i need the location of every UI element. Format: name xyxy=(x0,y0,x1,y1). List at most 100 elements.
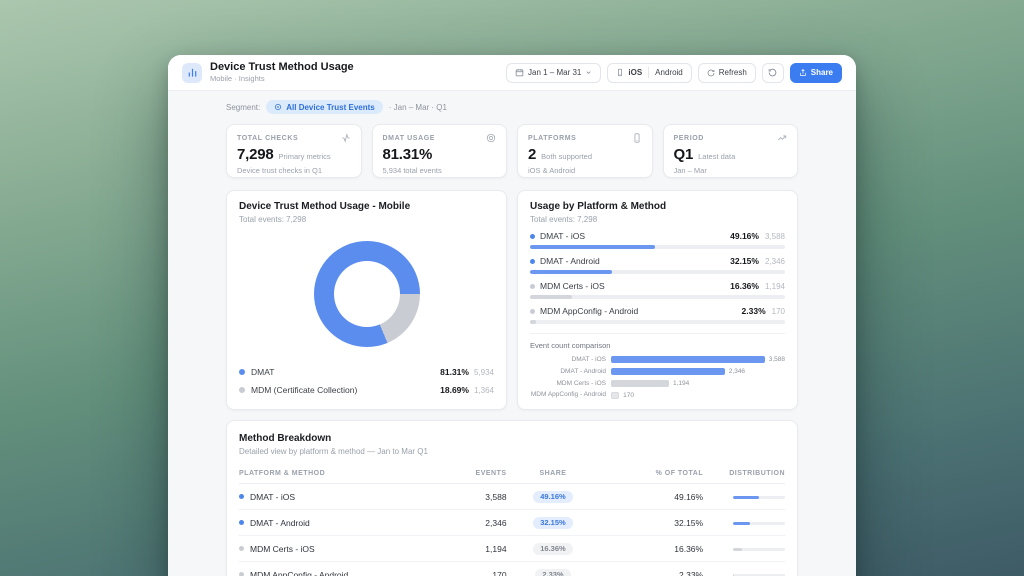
column-header-events: EVENTS xyxy=(436,464,507,484)
usage-bar-track xyxy=(530,295,785,299)
comparison-title: Event count comparison xyxy=(530,341,785,350)
donut-card-subtitle: Total events: 7,298 xyxy=(239,215,494,224)
row-pct-total: 2.33% xyxy=(599,562,703,576)
segment-filter-pill[interactable]: All Device Trust Events xyxy=(266,100,382,114)
share-button[interactable]: Share xyxy=(790,63,842,83)
row-dot-icon xyxy=(239,546,244,551)
comparison-category-label: DMAT - Android xyxy=(530,368,606,376)
stat-label: PERIOD xyxy=(674,135,704,142)
refresh-button[interactable]: Refresh xyxy=(698,63,756,83)
comparison-value-label: 3,588 xyxy=(769,356,785,363)
platform-segmented-control: iOS Android xyxy=(607,63,691,83)
comparison-bar xyxy=(611,392,619,399)
table-row: MDM AppConfig - Android 170 2.33% 2.33% xyxy=(239,562,785,576)
row-events: 1,194 xyxy=(436,536,507,562)
row-distribution-fill xyxy=(733,496,759,499)
usage-label: DMAT - iOS xyxy=(540,231,585,241)
toolbar: Jan 1 – Mar 31 iOS Android Refresh Share xyxy=(506,63,842,83)
history-button[interactable] xyxy=(762,63,784,83)
date-range-button[interactable]: Jan 1 – Mar 31 xyxy=(506,63,601,83)
usage-row: MDM AppConfig - Android 2.33% 170 xyxy=(530,306,785,324)
smartphone-icon xyxy=(616,68,624,77)
comparison-bar-row: MDM AppConfig - Android 170 xyxy=(530,391,785,399)
row-platform-method: MDM AppConfig - Android xyxy=(250,570,348,576)
stat-label: DMAT USAGE xyxy=(383,135,436,142)
usage-share: 32.15% xyxy=(730,256,759,266)
legend-count: 5,934 xyxy=(474,368,494,377)
row-platform-method: MDM Certs - iOS xyxy=(250,544,315,554)
divider xyxy=(648,67,649,78)
donut-legend: DMAT 81.31% 5,934 MDM (Certificate Colle… xyxy=(239,363,494,399)
breakdown-subtitle: Detailed view by platform & method — Jan… xyxy=(239,447,785,456)
segment-period-text: · Jan – Mar · Q1 xyxy=(389,103,447,112)
rotate-ccw-icon xyxy=(768,68,777,77)
legend-label: MDM (Certificate Collection) xyxy=(251,385,357,395)
usage-dot-icon xyxy=(530,234,535,239)
calendar-icon xyxy=(515,68,524,77)
legend-share: 18.69% xyxy=(440,385,469,395)
refresh-icon xyxy=(707,69,715,77)
comparison-bar xyxy=(611,380,669,387)
share-icon xyxy=(799,68,807,77)
legend-dot-icon xyxy=(239,369,245,375)
row-pct-total: 16.36% xyxy=(599,536,703,562)
legend-item: DMAT 81.31% 5,934 xyxy=(239,363,494,381)
trending-up-icon xyxy=(777,133,787,143)
usage-count: 2,346 xyxy=(765,257,785,266)
stat-card-platforms: PLATFORMS 2 Both supported iOS & Android xyxy=(517,124,653,178)
usage-bar-track xyxy=(530,320,785,324)
comparison-bar xyxy=(611,368,725,375)
stat-note: Both supported xyxy=(541,152,592,161)
comparison-category-label: MDM Certs - iOS xyxy=(530,380,606,388)
stat-sub: 5,934 total events xyxy=(383,166,497,175)
row-share-badge: 49.16% xyxy=(533,491,572,503)
target-icon xyxy=(274,103,282,111)
share-label: Share xyxy=(811,68,833,77)
row-events: 170 xyxy=(436,562,507,576)
row-dot-icon xyxy=(239,520,244,525)
row-distribution-track xyxy=(733,496,785,499)
usage-dot-icon xyxy=(530,309,535,314)
usage-bar-track xyxy=(530,245,785,249)
legend-label: DMAT xyxy=(251,367,274,377)
usage-count: 3,588 xyxy=(765,232,785,241)
usage-row: DMAT - iOS 49.16% 3,588 xyxy=(530,231,785,249)
row-pct-total: 32.15% xyxy=(599,510,703,536)
stat-value: 7,298 xyxy=(237,146,274,163)
segment-pill-label: All Device Trust Events xyxy=(286,103,374,112)
usage-share: 49.16% xyxy=(730,231,759,241)
row-dot-icon xyxy=(239,572,244,576)
usage-bar-fill xyxy=(530,270,612,274)
bar-chart-icon xyxy=(182,63,202,83)
usage-share: 2.33% xyxy=(742,306,766,316)
activity-icon xyxy=(341,133,351,143)
usage-dot-icon xyxy=(530,284,535,289)
comparison-bar xyxy=(611,356,765,363)
comparison-bar-row: MDM Certs - iOS 1,194 xyxy=(530,380,785,388)
smartphone-icon xyxy=(632,133,642,143)
row-distribution-fill xyxy=(733,522,750,525)
breadcrumb: Mobile · Insights xyxy=(210,75,354,84)
usage-card-title: Usage by Platform & Method xyxy=(530,201,785,212)
legend-count: 1,364 xyxy=(474,386,494,395)
stat-card-dmat-usage: DMAT USAGE 81.31% 5,934 total events xyxy=(372,124,508,178)
usage-card: Usage by Platform & Method Total events:… xyxy=(517,190,798,410)
table-row: DMAT - iOS 3,588 49.16% 49.16% xyxy=(239,484,785,510)
stat-sub: Jan – Mar xyxy=(674,166,788,175)
legend-dot-icon xyxy=(239,387,245,393)
usage-row: MDM Certs - iOS 16.36% 1,194 xyxy=(530,281,785,299)
legend-item: MDM (Certificate Collection) 18.69% 1,36… xyxy=(239,381,494,399)
stat-label: TOTAL CHECKS xyxy=(237,135,298,142)
usage-label: MDM Certs - iOS xyxy=(540,281,605,291)
event-count-comparison: Event count comparison DMAT - iOS 3,588D… xyxy=(530,333,785,403)
stat-sub: iOS & Android xyxy=(528,166,642,175)
usage-bar-fill xyxy=(530,320,536,324)
refresh-label: Refresh xyxy=(719,68,747,77)
row-events: 3,588 xyxy=(436,484,507,510)
platform-option-android[interactable]: Android xyxy=(655,68,683,77)
chevron-down-icon xyxy=(585,69,592,76)
row-pct-total: 49.16% xyxy=(599,484,703,510)
platform-option-ios[interactable]: iOS xyxy=(628,68,642,77)
comparison-bars: DMAT - iOS 3,588DMAT - Android 2,346MDM … xyxy=(530,356,785,399)
usage-share: 16.36% xyxy=(730,281,759,291)
